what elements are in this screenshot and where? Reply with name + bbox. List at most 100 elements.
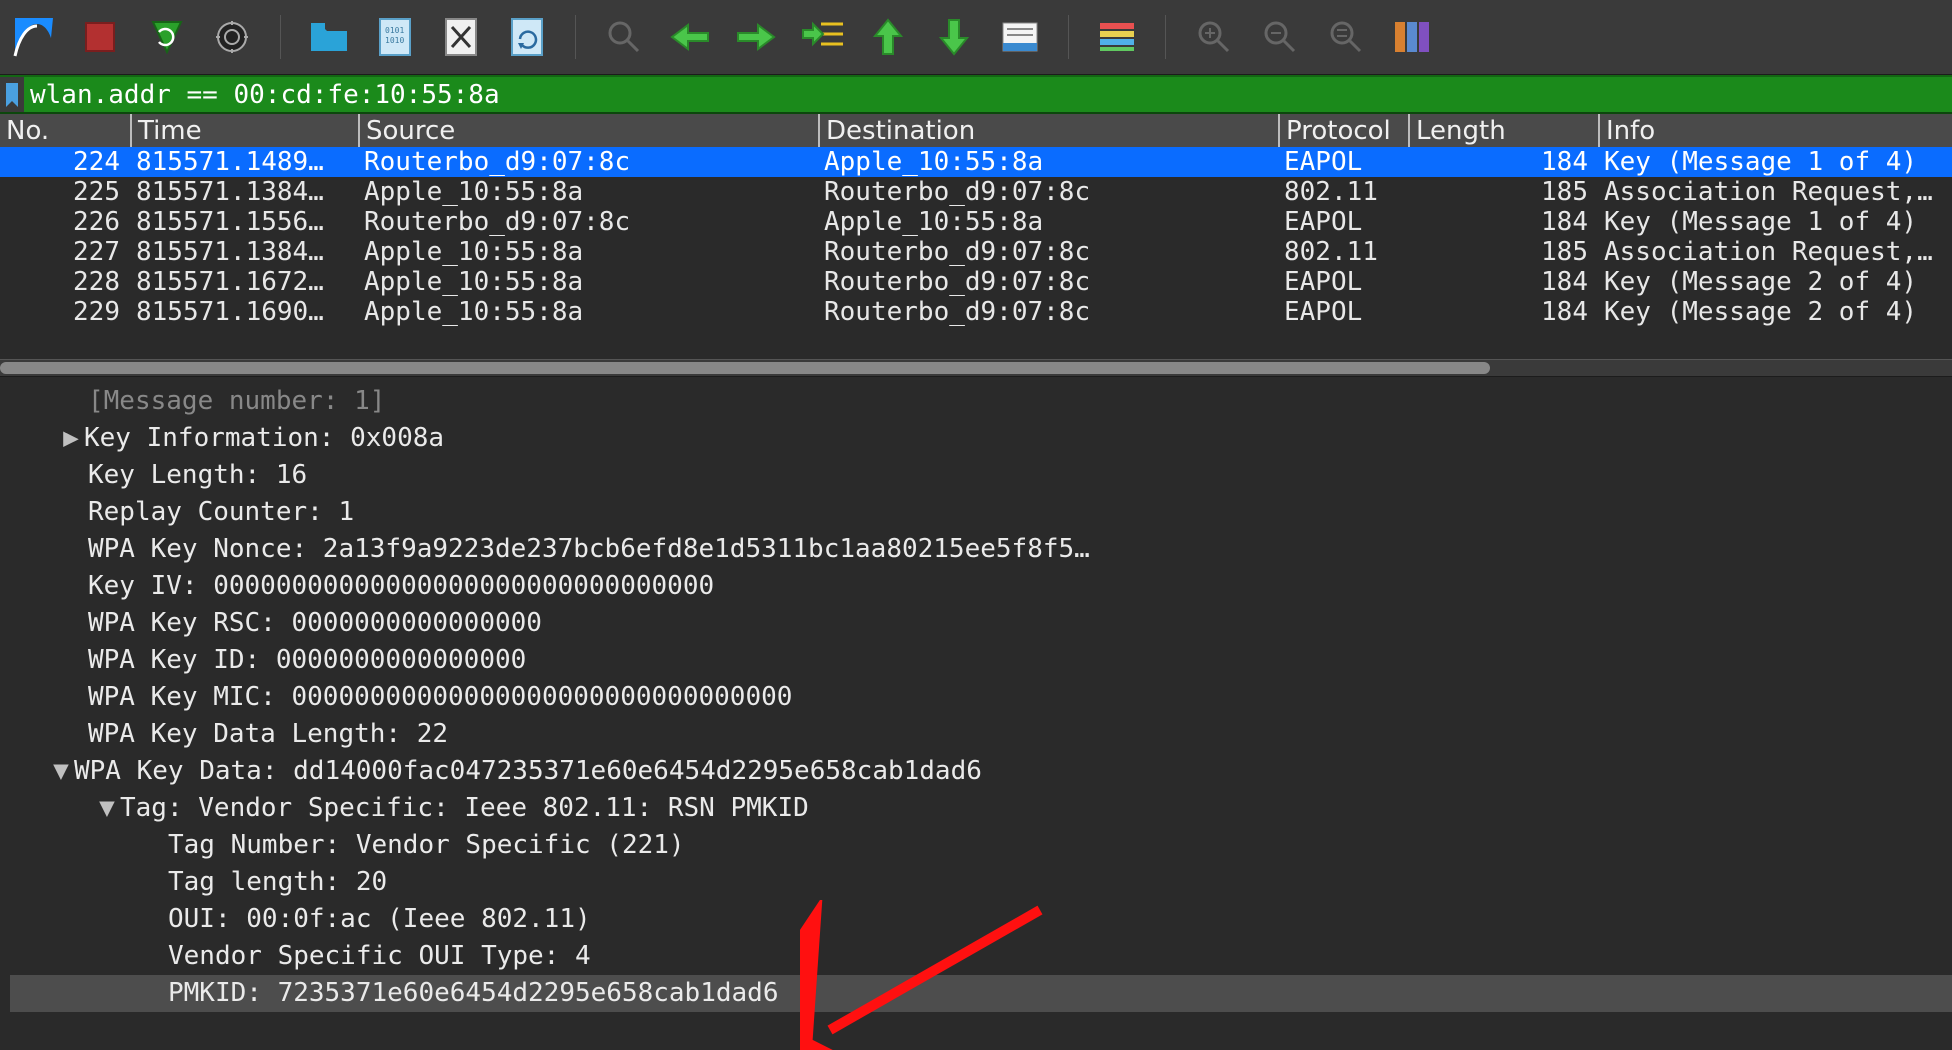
packet-cell: 225 (0, 177, 130, 207)
packet-list-header: No. Time Source Destination Protocol Len… (0, 114, 1952, 147)
detail-row[interactable]: WPA Key ID: 0000000000000000 (10, 642, 1952, 679)
detail-label: Key Information: 0x008a (84, 420, 444, 457)
autoscroll-icon[interactable] (998, 15, 1042, 59)
expand-icon[interactable]: ▶ (58, 420, 84, 457)
save-file-icon[interactable]: 01011010 (373, 15, 417, 59)
packet-cell: 228 (0, 267, 130, 297)
reload-icon[interactable] (505, 15, 549, 59)
column-header-source[interactable]: Source (358, 114, 818, 147)
go-to-packet-icon[interactable] (800, 15, 844, 59)
svg-text:1010: 1010 (385, 36, 404, 45)
wireshark-logo-icon[interactable] (12, 15, 56, 59)
packet-cell: Apple_10:55:8a (358, 267, 818, 297)
packet-cell: EAPOL (1278, 147, 1408, 177)
go-next-icon[interactable] (734, 15, 778, 59)
packet-row[interactable]: 229815571.1690…Apple_10:55:8aRouterbo_d9… (0, 297, 1952, 327)
detail-row[interactable]: Tag Number: Vendor Specific (221) (10, 827, 1952, 864)
stop-icon[interactable] (78, 15, 122, 59)
open-file-icon[interactable] (307, 15, 351, 59)
column-header-length[interactable]: Length (1408, 114, 1598, 147)
packet-cell: 184 (1408, 207, 1598, 237)
zoom-out-icon[interactable] (1258, 15, 1302, 59)
detail-label: WPA Key Data: dd14000fac047235371e60e645… (74, 753, 982, 790)
packet-cell: 802.11 (1278, 177, 1408, 207)
find-packet-icon[interactable] (602, 15, 646, 59)
packet-cell: 184 (1408, 147, 1598, 177)
detail-row[interactable]: Key IV: 00000000000000000000000000000000 (10, 568, 1952, 605)
column-header-time[interactable]: Time (130, 114, 358, 147)
packet-details-pane[interactable]: [Message number: 1] ▶ Key Information: 0… (0, 377, 1952, 1033)
display-filter-input[interactable] (24, 80, 1952, 110)
detail-row[interactable]: Replay Counter: 1 (10, 494, 1952, 531)
packet-cell: Routerbo_d9:07:8c (818, 177, 1278, 207)
filter-bookmark-icon[interactable] (0, 77, 24, 112)
packet-cell: 185 (1408, 237, 1598, 267)
packet-cell: Routerbo_d9:07:8c (818, 297, 1278, 327)
go-previous-icon[interactable] (668, 15, 712, 59)
zoom-reset-icon[interactable] (1324, 15, 1368, 59)
packet-cell: Routerbo_d9:07:8c (818, 237, 1278, 267)
packet-cell: 184 (1408, 297, 1598, 327)
zoom-in-icon[interactable] (1192, 15, 1236, 59)
packet-cell: Key (Message 2 of 4) (1598, 297, 1952, 327)
packet-cell: Association Request, SN (1598, 177, 1952, 207)
detail-row[interactable]: WPA Key MIC: 000000000000000000000000000… (10, 679, 1952, 716)
packet-row[interactable]: 225815571.1384…Apple_10:55:8aRouterbo_d9… (0, 177, 1952, 207)
packet-row[interactable]: 227815571.1384…Apple_10:55:8aRouterbo_d9… (0, 237, 1952, 267)
detail-row: [Message number: 1] (10, 383, 1952, 420)
column-header-info[interactable]: Info (1598, 114, 1952, 147)
packet-cell: 229 (0, 297, 130, 327)
packet-cell: 815571.1384… (130, 237, 358, 267)
packet-row[interactable]: 226815571.1556…Routerbo_d9:07:8cApple_10… (0, 207, 1952, 237)
packet-list[interactable]: 224815571.1489…Routerbo_d9:07:8cApple_10… (0, 147, 1952, 359)
packet-cell: 815571.1556… (130, 207, 358, 237)
detail-row[interactable]: Key Length: 16 (10, 457, 1952, 494)
packet-cell: 184 (1408, 267, 1598, 297)
detail-row-tag[interactable]: ▼ Tag: Vendor Specific: Ieee 802.11: RSN… (10, 790, 1952, 827)
packet-cell: 815571.1690… (130, 297, 358, 327)
packet-cell: 802.11 (1278, 237, 1408, 267)
packet-cell: EAPOL (1278, 297, 1408, 327)
packet-cell: Routerbo_d9:07:8c (358, 207, 818, 237)
column-header-protocol[interactable]: Protocol (1278, 114, 1408, 147)
collapse-icon[interactable]: ▼ (94, 790, 120, 827)
go-last-icon[interactable] (932, 15, 976, 59)
packet-cell: EAPOL (1278, 267, 1408, 297)
detail-row[interactable]: WPA Key Nonce: 2a13f9a9223de237bcb6efd8e… (10, 531, 1952, 568)
packet-row[interactable]: 228815571.1672…Apple_10:55:8aRouterbo_d9… (0, 267, 1952, 297)
packet-cell: Routerbo_d9:07:8c (358, 147, 818, 177)
packet-cell: Apple_10:55:8a (818, 207, 1278, 237)
packet-cell: Key (Message 1 of 4) (1598, 147, 1952, 177)
packet-cell: Apple_10:55:8a (358, 297, 818, 327)
detail-row[interactable]: Vendor Specific OUI Type: 4 (10, 938, 1952, 975)
packet-row[interactable]: 224815571.1489…Routerbo_d9:07:8cApple_10… (0, 147, 1952, 177)
detail-row-pmkid[interactable]: PMKID: 7235371e60e6454d2295e658cab1dad6 (10, 975, 1952, 1012)
detail-row-wpa-key-data[interactable]: ▼ WPA Key Data: dd14000fac047235371e60e6… (10, 753, 1952, 790)
main-toolbar: 01011010 (0, 0, 1952, 75)
detail-row[interactable]: Tag length: 20 (10, 864, 1952, 901)
detail-row-key-information[interactable]: ▶ Key Information: 0x008a (10, 420, 1952, 457)
detail-row[interactable]: OUI: 00:0f:ac (Ieee 802.11) (10, 901, 1952, 938)
column-header-destination[interactable]: Destination (818, 114, 1278, 147)
colorize-icon[interactable] (1095, 15, 1139, 59)
packet-cell: Key (Message 2 of 4) (1598, 267, 1952, 297)
packet-cell: Apple_10:55:8a (358, 237, 818, 267)
packet-cell: 815571.1489… (130, 147, 358, 177)
detail-row[interactable]: WPA Key Data Length: 22 (10, 716, 1952, 753)
packet-cell: 815571.1672… (130, 267, 358, 297)
detail-label: Tag: Vendor Specific: Ieee 802.11: RSN P… (120, 790, 809, 827)
column-header-no[interactable]: No. (0, 114, 130, 147)
go-first-icon[interactable] (866, 15, 910, 59)
packet-cell: Apple_10:55:8a (358, 177, 818, 207)
resize-columns-icon[interactable] (1390, 15, 1434, 59)
packet-cell: 224 (0, 147, 130, 177)
restart-icon[interactable] (144, 15, 188, 59)
detail-row[interactable]: WPA Key RSC: 0000000000000000 (10, 605, 1952, 642)
packet-cell: 226 (0, 207, 130, 237)
packet-cell: 185 (1408, 177, 1598, 207)
horizontal-scrollbar[interactable] (0, 359, 1952, 377)
capture-options-icon[interactable] (210, 15, 254, 59)
close-file-icon[interactable] (439, 15, 483, 59)
collapse-icon[interactable]: ▼ (48, 753, 74, 790)
packet-cell: Association Request, SN (1598, 237, 1952, 267)
